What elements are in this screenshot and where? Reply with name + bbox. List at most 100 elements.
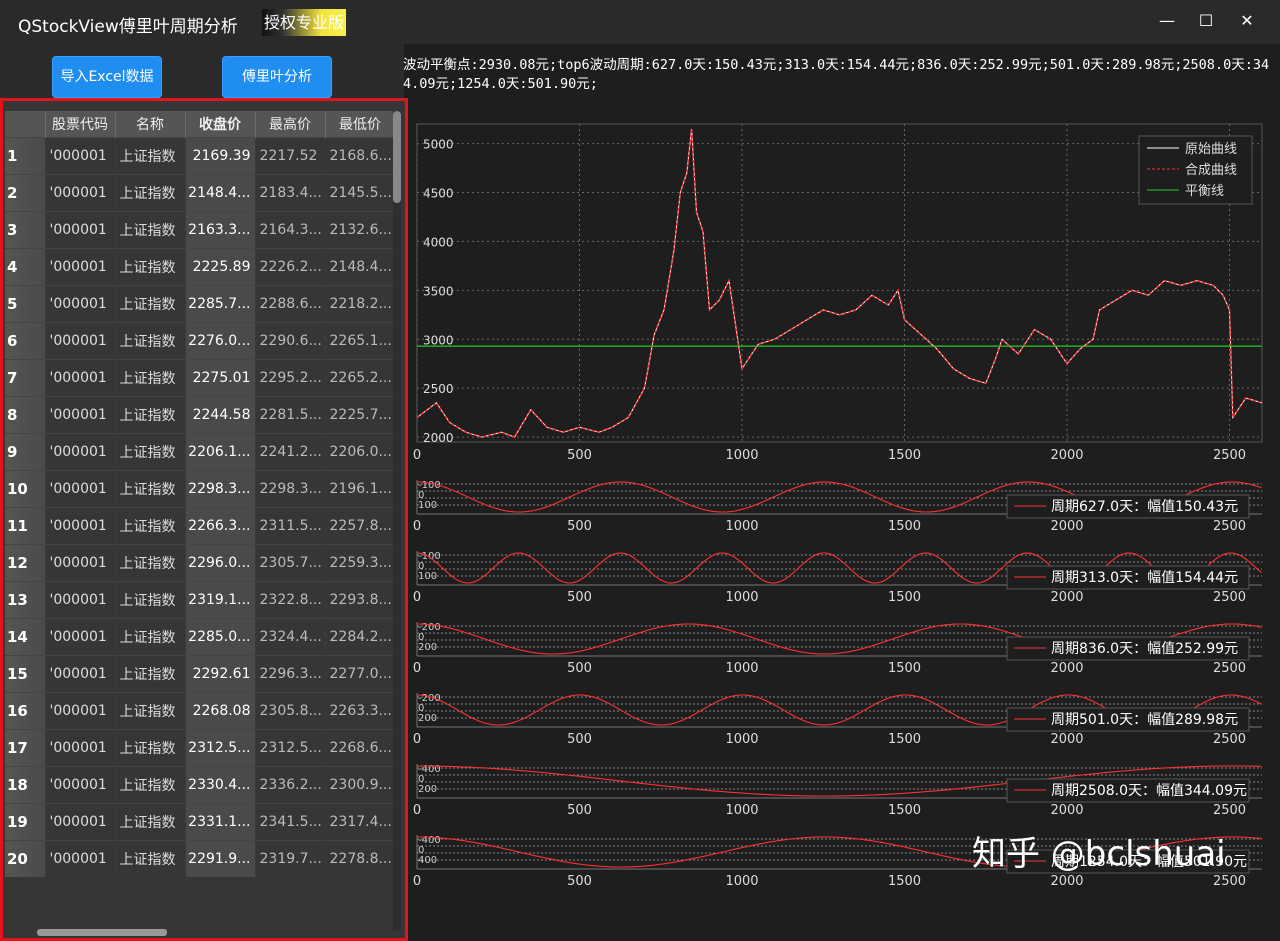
cell-low[interactable]: 2225.7... (325, 395, 396, 433)
cell-code[interactable]: '000001 (45, 210, 116, 248)
cell-name[interactable]: 上证指数 (115, 506, 186, 544)
cell-low[interactable]: 2168.6... (325, 136, 396, 174)
row-number[interactable]: 10 (5, 469, 46, 507)
cell-low[interactable]: 2265.2... (325, 358, 396, 396)
cell-close[interactable]: 2266.3... (185, 506, 256, 544)
table-row[interactable]: 17'000001 上证指数 2312.5... 2312.5... 2268.6... (5, 728, 396, 766)
cell-name[interactable]: 上证指数 (115, 654, 186, 692)
row-number[interactable]: 15 (5, 654, 46, 692)
import-excel-button[interactable]: 导入Excel数据 (52, 56, 162, 98)
row-number[interactable]: 2 (5, 173, 46, 211)
cell-code[interactable]: '000001 (45, 728, 116, 766)
cell-low[interactable]: 2293.8... (325, 580, 396, 618)
cell-low[interactable]: 2277.0... (325, 654, 396, 692)
cell-code[interactable]: '000001 (45, 802, 116, 840)
cell-name[interactable]: 上证指数 (115, 580, 186, 618)
cell-high[interactable]: 2295.2... (255, 358, 326, 396)
table-row[interactable]: 11'000001 上证指数 2266.3... 2311.5... 2257.8... (5, 506, 396, 544)
cell-low[interactable]: 2206.0... (325, 432, 396, 470)
horizontal-scroll-thumb[interactable] (37, 929, 167, 936)
row-number[interactable]: 6 (5, 321, 46, 359)
cell-close[interactable]: 2163.3... (185, 210, 256, 248)
cell-close[interactable]: 2292.61 (185, 654, 256, 692)
row-number[interactable]: 18 (5, 765, 46, 803)
cell-code[interactable]: '000001 (45, 284, 116, 322)
cell-close[interactable]: 2244.58 (185, 395, 256, 433)
cell-low[interactable]: 2278.8... (325, 839, 396, 877)
table-row[interactable]: 3'000001 上证指数 2163.3... 2164.3... 2132.6... (5, 210, 396, 248)
table-row[interactable]: 8'000001 上证指数 2244.58 2281.5... 2225.7... (5, 395, 396, 433)
table-row[interactable]: 15'000001 上证指数 2292.61 2296.3... 2277.0... (5, 654, 396, 692)
row-number[interactable]: 9 (5, 432, 46, 470)
cell-high[interactable]: 2312.5... (255, 728, 326, 766)
row-number[interactable]: 8 (5, 395, 46, 433)
table-row[interactable]: 16'000001 上证指数 2268.08 2305.8... 2263.3... (5, 691, 396, 729)
cell-high[interactable]: 2241.2... (255, 432, 326, 470)
table-row[interactable]: 4'000001 上证指数 2225.89 2226.2... 2148.4... (5, 247, 396, 285)
row-number[interactable]: 3 (5, 210, 46, 248)
cell-name[interactable]: 上证指数 (115, 136, 186, 174)
header-low[interactable]: 最低价 (325, 111, 396, 137)
row-number[interactable]: 14 (5, 617, 46, 655)
cell-low[interactable]: 2257.8... (325, 506, 396, 544)
row-number[interactable]: 17 (5, 728, 46, 766)
cell-close[interactable]: 2276.0... (185, 321, 256, 359)
cell-close[interactable]: 2285.7... (185, 284, 256, 322)
cell-code[interactable]: '000001 (45, 506, 116, 544)
table-row[interactable]: 10'000001 上证指数 2298.3... 2298.3... 2196.1... (5, 469, 396, 507)
cell-close[interactable]: 2319.1... (185, 580, 256, 618)
row-number[interactable]: 1 (5, 136, 46, 174)
cell-close[interactable]: 2296.0... (185, 543, 256, 581)
cell-code[interactable]: '000001 (45, 395, 116, 433)
table-row[interactable]: 5'000001 上证指数 2285.7... 2288.6... 2218.2... (5, 284, 396, 322)
row-number[interactable]: 19 (5, 802, 46, 840)
table-row[interactable]: 9'000001 上证指数 2206.1... 2241.2... 2206.0... (5, 432, 396, 470)
row-number[interactable]: 12 (5, 543, 46, 581)
cell-name[interactable]: 上证指数 (115, 395, 186, 433)
table-row[interactable]: 20'000001 上证指数 2291.9... 2319.7... 2278.8... (5, 839, 396, 877)
table-row[interactable]: 2'000001 上证指数 2148.4... 2183.4... 2145.5... (5, 173, 396, 211)
cell-name[interactable]: 上证指数 (115, 728, 186, 766)
cell-close[interactable]: 2298.3... (185, 469, 256, 507)
cell-code[interactable]: '000001 (45, 136, 116, 174)
cell-close[interactable]: 2206.1... (185, 432, 256, 470)
header-high[interactable]: 最高价 (255, 111, 326, 137)
maximize-icon[interactable]: ☐ (1195, 10, 1217, 32)
cell-name[interactable]: 上证指数 (115, 802, 186, 840)
cell-high[interactable]: 2217.52 (255, 136, 326, 174)
cell-close[interactable]: 2291.9... (185, 839, 256, 877)
table-row[interactable]: 18'000001 上证指数 2330.4... 2336.2... 2300.9... (5, 765, 396, 803)
cell-close[interactable]: 2285.0... (185, 617, 256, 655)
cell-code[interactable]: '000001 (45, 469, 116, 507)
cell-code[interactable]: '000001 (45, 173, 116, 211)
table-row[interactable]: 14'000001 上证指数 2285.0... 2324.4... 2284.2... (5, 617, 396, 655)
cell-code[interactable]: '000001 (45, 839, 116, 877)
cell-code[interactable]: '000001 (45, 321, 116, 359)
cell-low[interactable]: 2148.4... (325, 247, 396, 285)
cell-close[interactable]: 2331.1... (185, 802, 256, 840)
cell-high[interactable]: 2281.5... (255, 395, 326, 433)
row-number[interactable]: 20 (5, 839, 46, 877)
fourier-analysis-button[interactable]: 傅里叶分析 (222, 56, 332, 98)
cell-high[interactable]: 2341.5... (255, 802, 326, 840)
row-number[interactable]: 4 (5, 247, 46, 285)
minimize-icon[interactable]: — (1156, 10, 1178, 32)
table-row[interactable]: 13'000001 上证指数 2319.1... 2322.8... 2293.8... (5, 580, 396, 618)
cell-close[interactable]: 2225.89 (185, 247, 256, 285)
cell-code[interactable]: '000001 (45, 580, 116, 618)
row-number[interactable]: 7 (5, 358, 46, 396)
cell-name[interactable]: 上证指数 (115, 284, 186, 322)
table-row[interactable]: 12'000001 上证指数 2296.0... 2305.7... 2259.3... (5, 543, 396, 581)
cell-low[interactable]: 2263.3... (325, 691, 396, 729)
cell-name[interactable]: 上证指数 (115, 173, 186, 211)
cell-low[interactable]: 2259.3... (325, 543, 396, 581)
cell-close[interactable]: 2312.5... (185, 728, 256, 766)
vertical-scrollbar[interactable] (393, 111, 401, 931)
cell-name[interactable]: 上证指数 (115, 210, 186, 248)
header-name[interactable]: 名称 (115, 111, 186, 137)
cell-close[interactable]: 2330.4... (185, 765, 256, 803)
row-number[interactable]: 16 (5, 691, 46, 729)
header-code[interactable]: 股票代码 (45, 111, 116, 137)
cell-high[interactable]: 2298.3... (255, 469, 326, 507)
cell-high[interactable]: 2226.2... (255, 247, 326, 285)
